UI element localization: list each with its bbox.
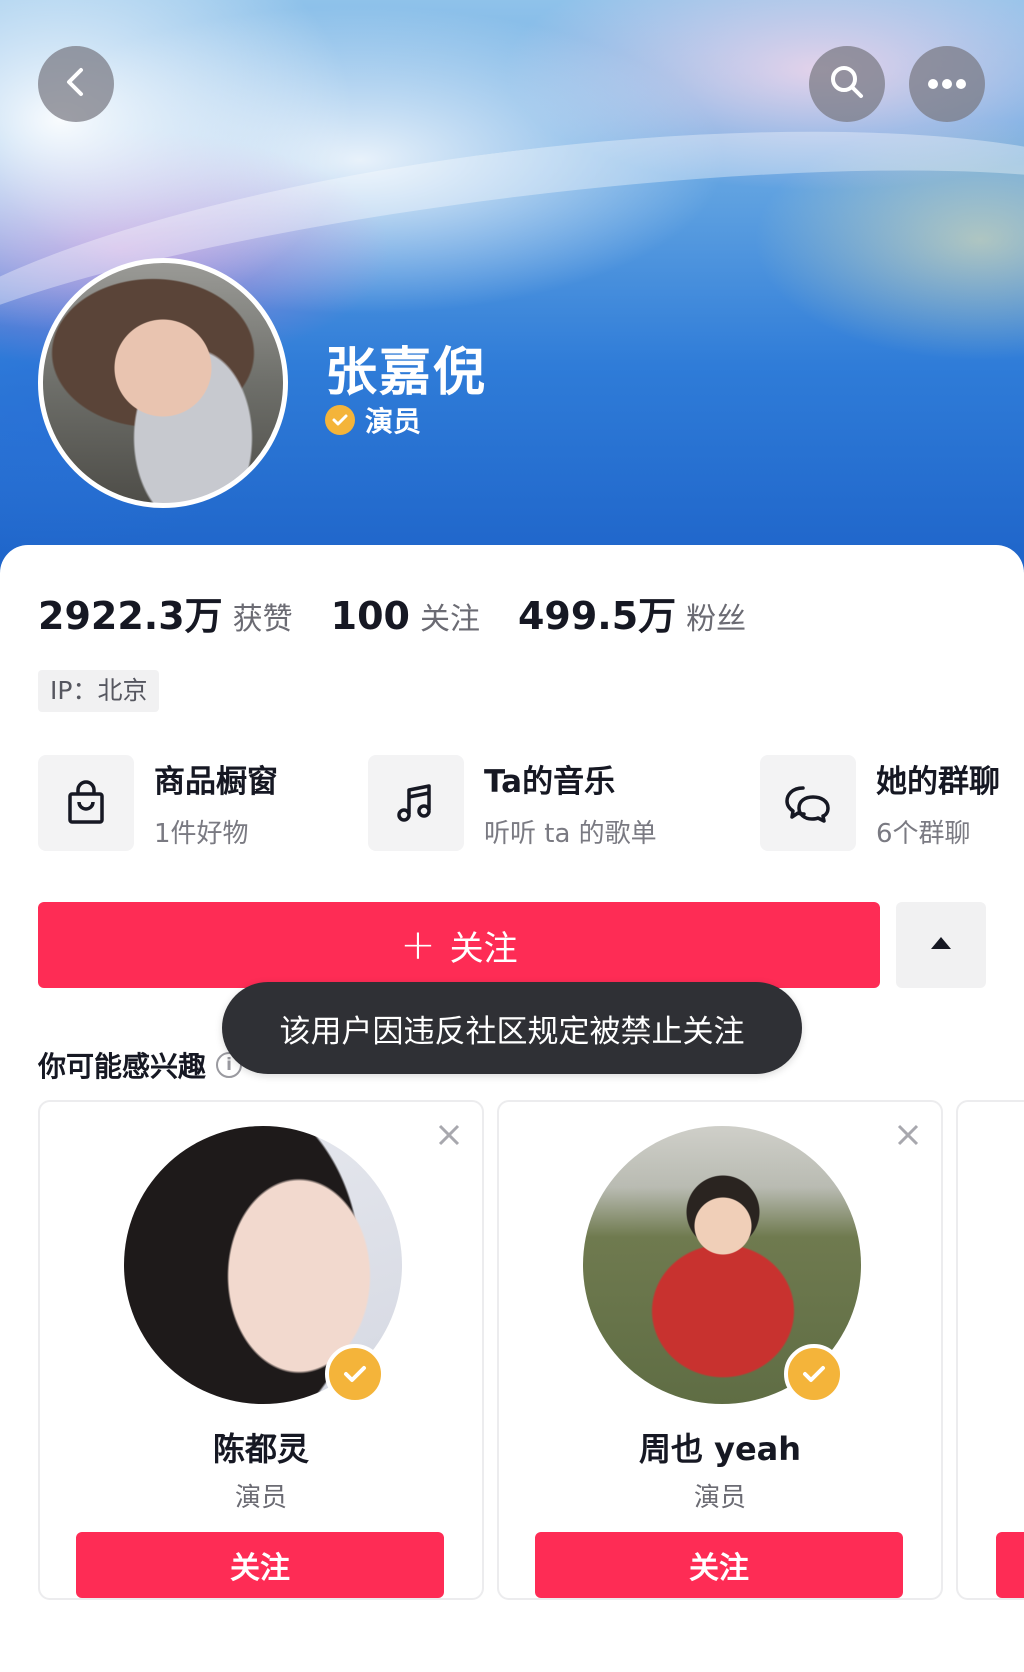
suggestions-header: 你可能感兴趣 i [38, 1045, 243, 1085]
back-button[interactable] [38, 46, 114, 122]
search-button[interactable] [809, 46, 885, 122]
stat-label: 获赞 [232, 602, 293, 637]
close-icon[interactable] [893, 1120, 923, 1150]
close-icon[interactable] [434, 1120, 464, 1150]
suggestion-card[interactable]: 周也 yeah 演员 关注 [497, 1100, 943, 1600]
feature-subtitle: 1件好物 [154, 819, 249, 849]
feature-row: 商品橱窗 1件好物 Ta的音乐 听听 ta 的歌单 她的群聊 6个群聊 [38, 755, 1024, 855]
stat-value: 2922.3万 [38, 594, 223, 638]
suggestion-follow-button[interactable] [996, 1532, 1024, 1598]
suggestions-title: 你可能感兴趣 [38, 1050, 207, 1083]
stats-row: 2922.3万 获赞 100 关注 499.5万 粉丝 [38, 585, 746, 640]
follow-button[interactable]: + 关注 [38, 902, 880, 988]
verified-badge-icon [784, 1344, 844, 1404]
suggestion-follow-button[interactable]: 关注 [535, 1532, 903, 1598]
feature-subtitle: 听听 ta 的歌单 [484, 819, 657, 849]
verified-badge-icon [325, 405, 355, 435]
feature-shop-window[interactable]: 商品橱窗 1件好物 [38, 755, 278, 851]
stat-value: 499.5万 [517, 594, 677, 638]
stat-likes[interactable]: 2922.3万 获赞 [38, 585, 293, 640]
more-button[interactable] [909, 46, 985, 122]
feature-title: 商品橱窗 [154, 764, 278, 800]
feature-title: Ta的音乐 [484, 764, 616, 800]
shopping-bag-icon [38, 755, 134, 851]
expand-recommendations-button[interactable] [896, 902, 986, 988]
suggestion-follow-button[interactable]: 关注 [76, 1532, 444, 1598]
follow-button-label: 关注 [449, 928, 518, 969]
more-icon [927, 75, 967, 94]
stat-following[interactable]: 100 关注 [331, 594, 480, 638]
music-note-icon [368, 755, 464, 851]
stat-label: 粉丝 [686, 602, 747, 637]
caret-up-icon [929, 935, 953, 955]
feature-group-chat[interactable]: 她的群聊 6个群聊 [760, 755, 1000, 851]
stat-followers[interactable]: 499.5万 粉丝 [518, 585, 746, 640]
suggestion-card[interactable]: 陈都灵 演员 关注 [38, 1100, 484, 1600]
feature-title: 她的群聊 [876, 764, 1000, 800]
suggestion-role: 演员 [693, 1483, 746, 1513]
profile-role-text: 演员 [365, 405, 422, 438]
profile-role: 演员 [325, 400, 421, 440]
profile-name: 张嘉倪 [325, 343, 488, 403]
feature-music[interactable]: Ta的音乐 听听 ta 的歌单 [368, 755, 657, 851]
suggestion-card-partial[interactable] [956, 1100, 1024, 1600]
search-icon [827, 62, 867, 106]
stat-label: 关注 [419, 602, 480, 637]
profile-card: 2922.3万 获赞 100 关注 499.5万 粉丝 IP：北京 商品橱窗 1… [0, 545, 1024, 1672]
verified-badge-icon [325, 1344, 385, 1404]
chat-bubbles-icon [760, 755, 856, 851]
feature-subtitle: 6个群聊 [876, 819, 971, 849]
back-arrow-icon [59, 65, 93, 103]
ip-location-tag: IP：北京 [38, 670, 160, 712]
toast-message: 该用户因违反社区规定被禁止关注 [222, 982, 802, 1074]
stat-value: 100 [330, 594, 410, 638]
suggestion-name: 陈都灵 [212, 1430, 309, 1468]
suggestion-role: 演员 [234, 1483, 287, 1513]
profile-avatar[interactable] [38, 258, 288, 508]
suggestion-name: 周也 yeah [638, 1430, 802, 1468]
plus-icon: + [400, 920, 436, 969]
